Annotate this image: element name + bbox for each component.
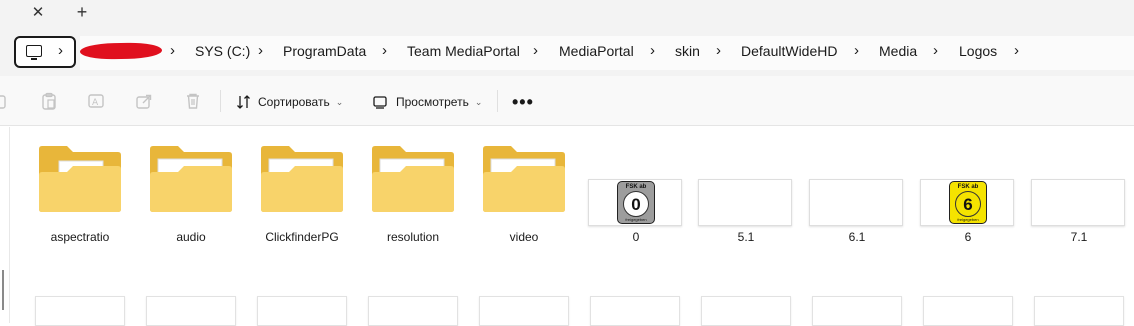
breadcrumb-logos[interactable]: Logos [959, 43, 997, 59]
file-thumbnail[interactable] [368, 296, 458, 326]
folder-label-aspectratio[interactable]: aspectratio [37, 230, 123, 244]
file-thumbnail[interactable] [35, 296, 125, 326]
folder-label-clickfinderpg[interactable]: ClickfinderPG [252, 230, 352, 244]
folder-label-resolution[interactable]: resolution [370, 230, 456, 244]
breadcrumb-separator[interactable]: › [258, 42, 263, 59]
navigation-pane-border [9, 127, 10, 323]
rename-icon[interactable]: A [87, 92, 105, 110]
more-options-button[interactable]: ••• [512, 92, 534, 113]
close-tab-icon[interactable]: ✕ [28, 2, 48, 22]
image-label-7-1[interactable]: 7.1 [1031, 230, 1127, 244]
this-pc-button[interactable]: › [14, 36, 76, 68]
chevron-down-icon: ⌄ [335, 96, 344, 107]
folder-icon[interactable] [259, 145, 345, 213]
breadcrumb-skin[interactable]: skin [675, 43, 700, 59]
image-label-0[interactable]: 0 [588, 230, 684, 244]
toolbar-divider [220, 90, 221, 112]
paste-icon[interactable] [40, 92, 58, 110]
breadcrumb-separator[interactable]: › [170, 42, 175, 59]
monitor-icon [26, 45, 42, 60]
folder-icon[interactable] [481, 145, 567, 213]
breadcrumb-separator[interactable]: › [933, 42, 938, 59]
copy-icon[interactable] [0, 92, 10, 110]
file-thumbnail[interactable] [701, 296, 791, 326]
breadcrumb-separator[interactable]: › [533, 42, 538, 59]
folder-icon[interactable] [148, 145, 234, 213]
file-thumbnail[interactable] [257, 296, 347, 326]
breadcrumb-mediaportal[interactable]: MediaPortal [559, 43, 634, 59]
file-thumbnail[interactable] [590, 296, 680, 326]
svg-text:A: A [92, 98, 99, 108]
breadcrumb-media[interactable]: Media [879, 43, 917, 59]
folder-icon[interactable] [37, 145, 123, 213]
view-icon [373, 96, 387, 109]
file-thumbnail[interactable] [479, 296, 569, 326]
image-thumbnail-5-1[interactable] [698, 179, 792, 226]
delete-icon[interactable] [184, 92, 202, 110]
breadcrumb-separator[interactable]: › [650, 42, 655, 59]
file-thumbnail[interactable] [923, 296, 1013, 326]
toolbar-divider [497, 90, 498, 112]
breadcrumb-programdata[interactable]: ProgramData [283, 43, 366, 59]
new-tab-icon[interactable]: + [72, 1, 92, 23]
view-button[interactable]: Просмотреть ⌄ [372, 92, 482, 112]
badge-circle: 0 [623, 191, 649, 217]
breadcrumb-separator[interactable]: › [716, 42, 721, 59]
folder-label-audio[interactable]: audio [148, 230, 234, 244]
image-label-6[interactable]: 6 [920, 230, 1016, 244]
file-thumbnail[interactable] [146, 296, 236, 326]
breadcrumb-separator[interactable]: › [854, 42, 859, 59]
breadcrumb-separator[interactable]: › [1014, 42, 1019, 59]
chevron-down-icon: ⌄ [474, 96, 483, 107]
fsk-0-badge: FSK ab 0 freigegeben [617, 181, 655, 224]
view-label: Просмотреть [396, 95, 469, 109]
file-thumbnail[interactable] [1034, 296, 1124, 326]
image-thumbnail-6[interactable]: FSK ab 6 freigegeben [920, 179, 1014, 226]
sort-label: Сортировать [258, 95, 330, 109]
image-thumbnail-0[interactable]: FSK ab 0 freigegeben [588, 179, 682, 226]
breadcrumb-separator[interactable]: › [382, 42, 387, 59]
folder-icon[interactable] [370, 145, 456, 213]
scrollbar[interactable] [2, 270, 4, 310]
folder-label-video[interactable]: video [481, 230, 567, 244]
image-thumbnail-7-1[interactable] [1031, 179, 1125, 226]
image-thumbnail-6-1[interactable] [809, 179, 903, 226]
fsk-6-badge: FSK ab 6 freigegeben [949, 181, 987, 224]
sort-button[interactable]: Сортировать ⌄ [236, 92, 343, 112]
sort-icon [237, 95, 250, 109]
image-label-5-1[interactable]: 5.1 [698, 230, 794, 244]
file-thumbnail[interactable] [812, 296, 902, 326]
share-icon[interactable] [135, 92, 153, 110]
badge-circle: 6 [955, 191, 981, 217]
tab-bar [0, 0, 1134, 28]
breadcrumb-sys-c[interactable]: SYS (C:) [195, 43, 250, 59]
image-label-6-1[interactable]: 6.1 [809, 230, 905, 244]
breadcrumb-defaultwidehd[interactable]: DefaultWideHD [741, 43, 837, 59]
command-bar [0, 76, 1134, 126]
chevron-right-icon: › [58, 42, 63, 59]
breadcrumb-team-mediaportal[interactable]: Team MediaPortal [407, 43, 520, 59]
